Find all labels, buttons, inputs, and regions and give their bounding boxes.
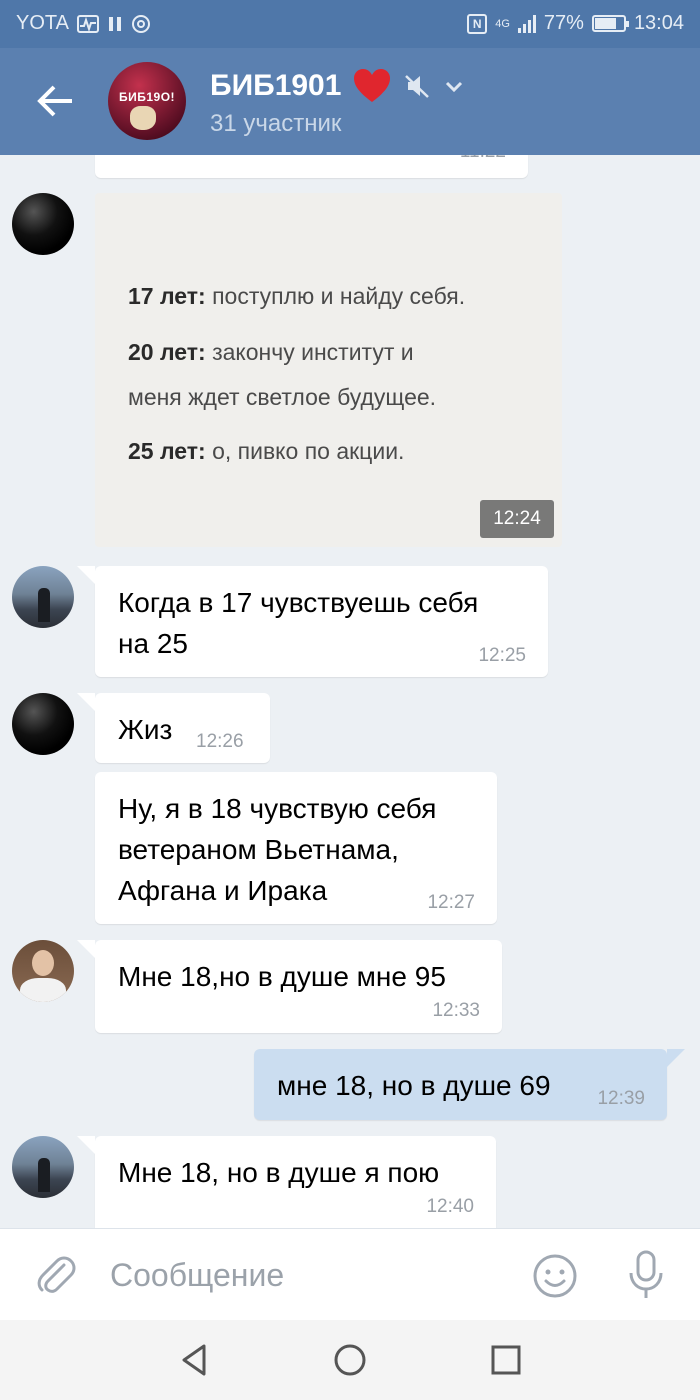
message-time: 12:39 xyxy=(597,1088,645,1109)
message-bubble[interactable]: Жиз 12:26 xyxy=(77,693,270,763)
chat-avatar-logo: БИБ19О! xyxy=(118,90,176,104)
message-text: Мне 18, но в душе я пою xyxy=(118,1157,440,1188)
pug-icon xyxy=(130,106,156,130)
emoji-icon[interactable] xyxy=(532,1253,578,1299)
carrier-label: YOTA xyxy=(16,12,69,34)
message-text: Мне 18,но в душе мне 95 xyxy=(118,961,446,992)
attach-icon[interactable] xyxy=(34,1253,78,1297)
chevron-down-icon[interactable] xyxy=(443,75,465,97)
message-time: 12:25 xyxy=(478,645,526,666)
signal-icon xyxy=(517,14,536,33)
avatar[interactable] xyxy=(12,193,74,255)
message-bubble[interactable]: 11:22 xyxy=(95,155,528,178)
battery-fill xyxy=(594,18,617,29)
message-text: Когда в 17 чувствуешь себя на 25 xyxy=(118,587,479,659)
message-bubble[interactable]: Мне 18,но в душе мне 95 12:33 xyxy=(77,940,502,1033)
message-text: Жиз xyxy=(118,714,173,745)
pause-icon xyxy=(108,16,121,31)
message-text: мне 18, но в душе 69 xyxy=(277,1070,551,1101)
network-label: 4G xyxy=(495,17,510,30)
message-time: 12:33 xyxy=(432,1000,480,1021)
nav-recents-icon[interactable] xyxy=(488,1342,524,1378)
avatar[interactable] xyxy=(12,940,74,1002)
photo-text-line: 17 лет: поступлю и найду себя. xyxy=(128,283,466,309)
message-time: 12:26 xyxy=(196,731,244,752)
status-right: N 4G 77% 13:04 xyxy=(467,12,684,35)
message-input[interactable] xyxy=(110,1251,490,1299)
status-left: YOTA xyxy=(16,12,151,35)
image-message[interactable]: 17 лет: поступлю и найду себя. 20 лет: з… xyxy=(95,193,562,547)
chat-header: БИБ19О! БИБ1901 31 участник xyxy=(0,48,700,155)
photo-text-line: 25 лет: о, пивко по акции. xyxy=(128,438,405,464)
activity-icon xyxy=(76,14,99,33)
photo-text-line: меня ждет светлое будущее. xyxy=(128,384,437,410)
message-bubble[interactable]: Когда в 17 чувствуешь себя на 25 12:25 xyxy=(77,566,548,677)
chat-title-row[interactable]: БИБ1901 xyxy=(210,68,465,104)
photo-text-line: 20 лет: закончу институт и xyxy=(128,339,414,365)
heart-icon xyxy=(354,69,391,102)
message-time: 12:27 xyxy=(427,892,475,913)
clock: 13:04 xyxy=(633,12,684,34)
nav-home-icon[interactable] xyxy=(332,1342,368,1378)
members-count[interactable]: 31 участник xyxy=(210,110,341,138)
message-time: 11:22 xyxy=(460,155,506,163)
message-bubble[interactable]: Мне 18, но в душе я пою 12:40 xyxy=(77,1136,496,1228)
back-arrow-icon[interactable] xyxy=(30,76,80,126)
message-bubble[interactable]: Ну, я в 18 чувствую себя ветераном Вьетн… xyxy=(95,772,497,924)
photo-time: 12:24 xyxy=(480,500,554,538)
message-list[interactable]: 11:22 17 лет: поступлю и найду себя. 20 … xyxy=(0,155,700,1228)
system-nav-bar xyxy=(0,1320,700,1400)
nav-back-icon[interactable] xyxy=(176,1342,212,1378)
chat-avatar[interactable]: БИБ19О! xyxy=(108,62,186,140)
message-time: 12:40 xyxy=(426,1196,474,1217)
message-text: Ну, я в 18 чувствую себя ветераном Вьетн… xyxy=(118,793,437,906)
status-bar: YOTA N 4G 77% 13:04 xyxy=(0,0,700,48)
battery-percent: 77% xyxy=(543,12,584,34)
avatar[interactable] xyxy=(12,1136,74,1198)
chat-title: БИБ1901 xyxy=(210,69,342,102)
message-composer xyxy=(0,1228,700,1320)
mute-icon xyxy=(405,75,430,98)
own-message-bubble[interactable]: мне 18, но в душе 69 12:39 xyxy=(254,1049,685,1120)
at-icon xyxy=(131,14,150,33)
battery-icon xyxy=(591,15,629,32)
avatar[interactable] xyxy=(12,566,74,628)
avatar[interactable] xyxy=(12,693,74,755)
microphone-icon[interactable] xyxy=(624,1249,668,1301)
nfc-icon: N xyxy=(467,13,488,34)
